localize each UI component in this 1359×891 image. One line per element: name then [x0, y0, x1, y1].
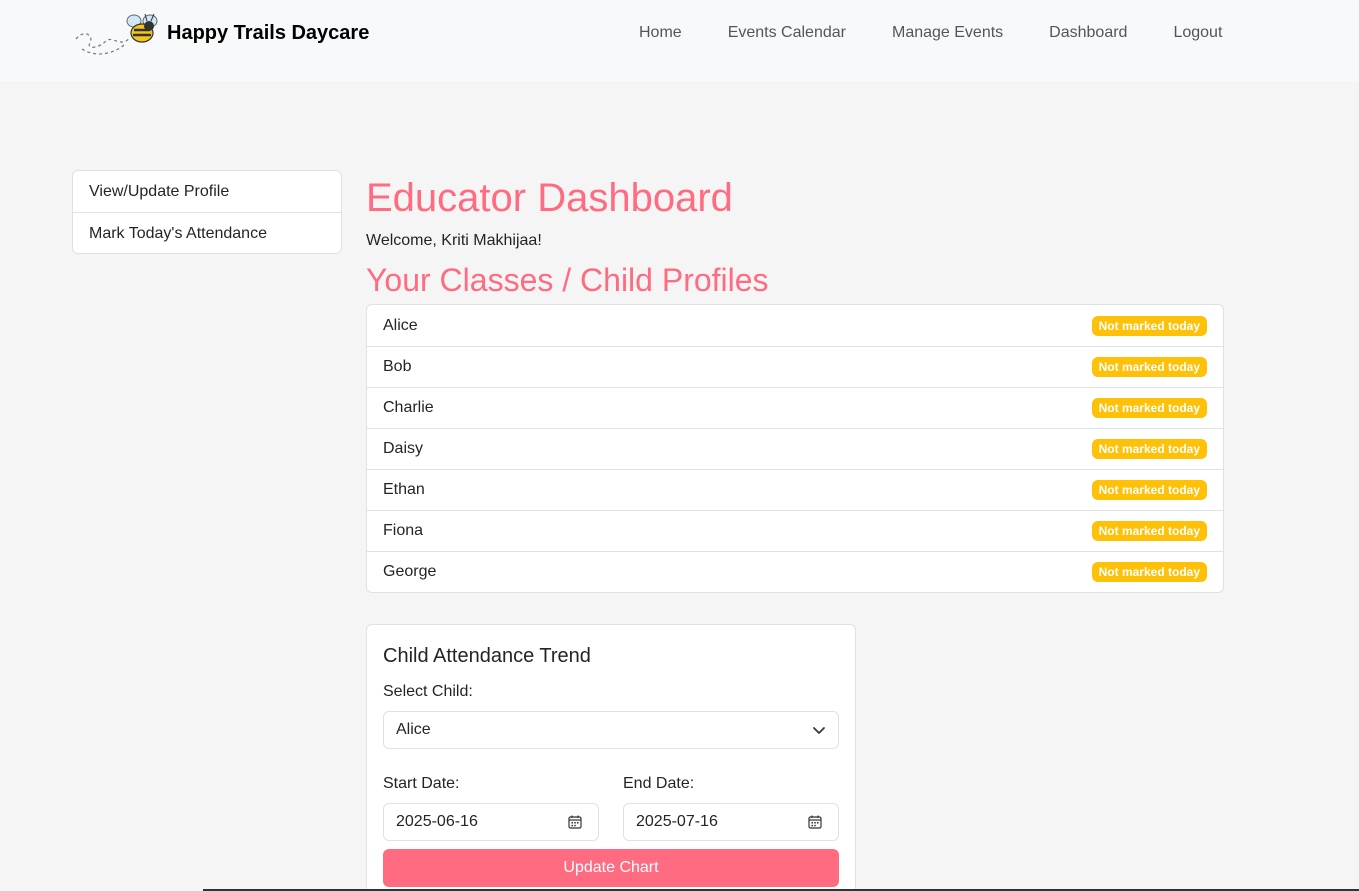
start-date-value: 2025-06-16 [396, 813, 478, 830]
attendance-trend-card: Child Attendance Trend Select Child: Ali… [366, 624, 856, 891]
start-date-input[interactable]: 2025-06-16 [383, 803, 599, 841]
selected-child-value: Alice [396, 721, 431, 738]
start-date-label: Start Date: [383, 775, 460, 792]
start-date-group: Start Date: 2025-06-16 [383, 773, 599, 841]
list-item[interactable]: Alice Not marked today [367, 305, 1223, 346]
child-list: Alice Not marked today Bob Not marked to… [366, 304, 1224, 593]
sidebar-item-view-update-profile[interactable]: View/Update Profile [73, 171, 341, 212]
brand-name: Happy Trails Daycare [167, 21, 370, 44]
status-badge: Not marked today [1091, 521, 1207, 541]
child-name: George [383, 563, 437, 580]
status-badge: Not marked today [1091, 315, 1207, 336]
end-date-input[interactable]: 2025-07-16 [623, 803, 839, 841]
section-title: Your Classes / Child Profiles [366, 262, 769, 298]
nav-dashboard[interactable]: Dashboard [1026, 22, 1150, 44]
child-name: Daisy [383, 440, 424, 457]
nav-events-calendar[interactable]: Events Calendar [705, 22, 869, 44]
calendar-icon[interactable] [568, 815, 582, 829]
brand[interactable]: Happy Trails Daycare [72, 5, 369, 61]
nav-logout[interactable]: Logout [1150, 22, 1245, 44]
list-item[interactable]: Daisy Not marked today [367, 428, 1223, 469]
child-name: Ethan [383, 481, 425, 498]
status-badge: Not marked today [1091, 439, 1207, 459]
child-select[interactable]: Alice [383, 711, 839, 749]
page-title: Educator Dashboard [366, 176, 733, 220]
end-date-group: End Date: 2025-07-16 [623, 773, 839, 841]
date-row: Start Date: 2025-06-16 End Date: 2025-07… [383, 773, 839, 841]
sidebar: View/Update Profile Mark Today's Attenda… [72, 170, 342, 254]
sidebar-item-mark-attendance[interactable]: Mark Today's Attendance [73, 212, 341, 253]
select-child-label: Select Child: [383, 683, 473, 700]
child-name: Bob [383, 358, 412, 375]
nav-home[interactable]: Home [616, 22, 705, 44]
nav-links: Home Events Calendar Manage Events Dashb… [616, 22, 1245, 44]
list-item[interactable]: Ethan Not marked today [367, 469, 1223, 510]
status-badge: Not marked today [1091, 398, 1207, 418]
status-badge: Not marked today [1091, 562, 1207, 582]
end-date-label: End Date: [623, 775, 695, 792]
bee-icon [75, 13, 158, 55]
main-content: Educator Dashboard Welcome, Kriti Makhij… [366, 170, 1224, 593]
status-badge: Not marked today [1091, 357, 1207, 377]
calendar-icon[interactable] [808, 815, 822, 829]
child-name: Fiona [383, 522, 424, 539]
chevron-down-icon [813, 727, 825, 734]
welcome-text: Welcome, Kriti Makhijaa! [366, 232, 542, 249]
status-badge: Not marked today [1091, 480, 1207, 500]
card-title: Child Attendance Trend [383, 645, 591, 667]
list-item[interactable]: Bob Not marked today [367, 346, 1223, 387]
end-date-value: 2025-07-16 [636, 813, 718, 830]
list-item[interactable]: George Not marked today [367, 551, 1223, 592]
list-item[interactable]: Charlie Not marked today [367, 387, 1223, 428]
navbar: Happy Trails Daycare Home Events Calenda… [0, 0, 1359, 81]
update-chart-button[interactable]: Update Chart [383, 849, 839, 887]
nav-manage-events[interactable]: Manage Events [869, 22, 1026, 44]
child-name: Alice [383, 316, 418, 334]
child-name: Charlie [383, 399, 434, 416]
list-item[interactable]: Fiona Not marked today [367, 510, 1223, 551]
